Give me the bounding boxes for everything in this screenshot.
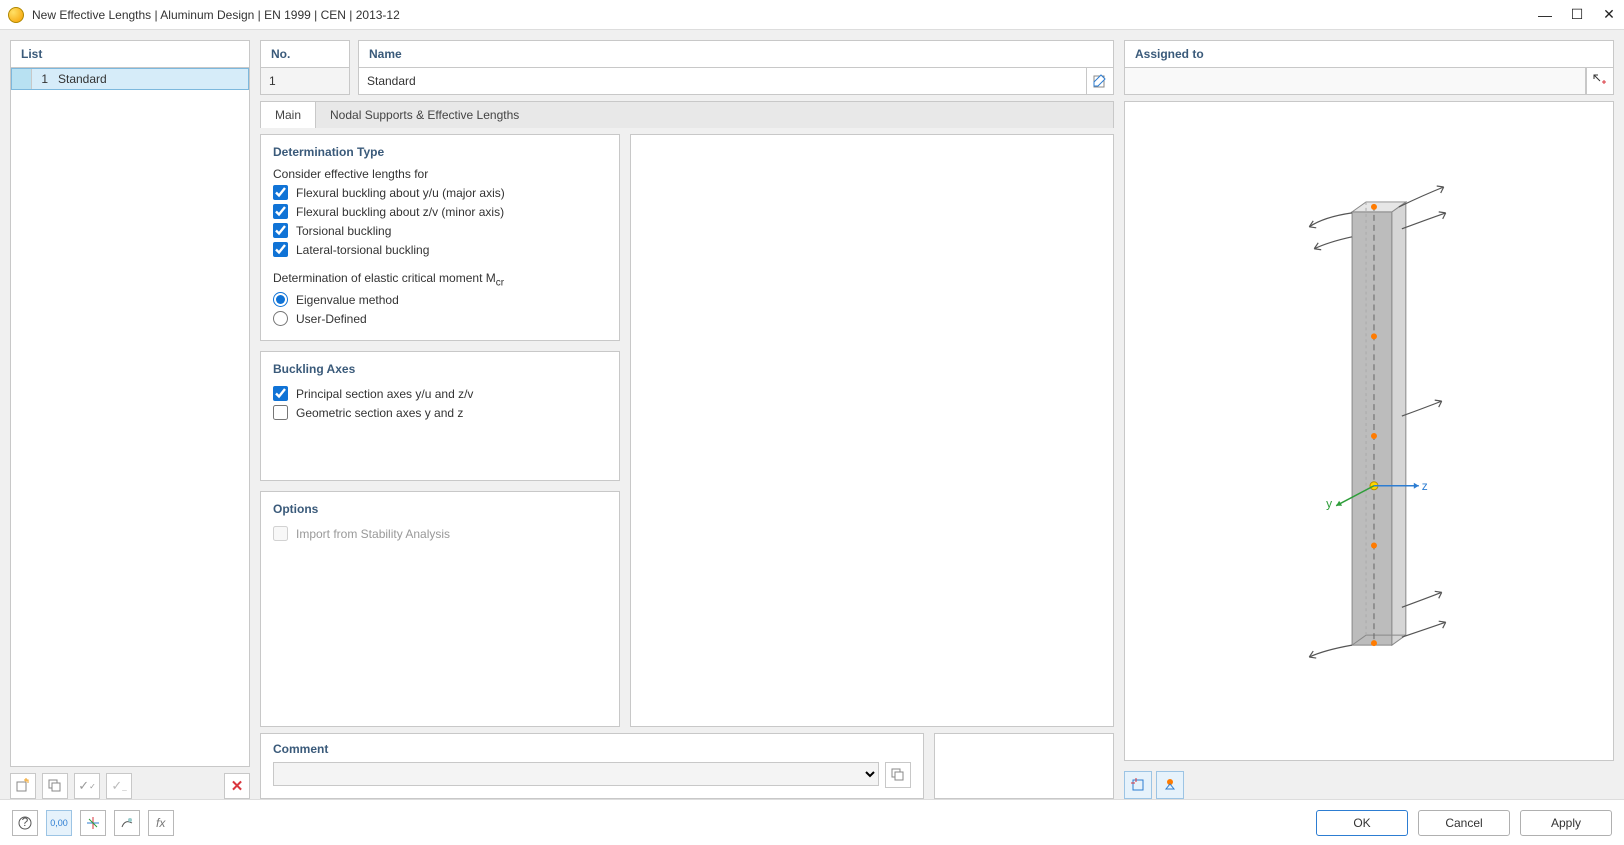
close-button[interactable]: ✕: [1602, 8, 1616, 22]
determination-type-title: Determination Type: [273, 145, 607, 159]
list-item[interactable]: 1 Standard: [11, 68, 249, 90]
no-label: No.: [260, 40, 350, 67]
comment-panel: Comment: [260, 733, 924, 799]
comment-side-blank: [934, 733, 1114, 799]
chk-import-stability: Import from Stability Analysis: [273, 526, 607, 541]
chk-principal-axes[interactable]: Principal section axes y/u and z/v: [273, 386, 607, 401]
cancel-button[interactable]: Cancel: [1418, 810, 1510, 836]
z-axis-label: z: [1422, 479, 1428, 493]
center-blank-panel: [630, 134, 1114, 727]
list-item-color: [12, 69, 32, 89]
dialog-footer: ? 0,00 fx OK Cancel Apply: [0, 799, 1624, 845]
comment-input[interactable]: [273, 762, 879, 786]
name-edit-button[interactable]: [1086, 67, 1114, 95]
list-header: List: [10, 40, 250, 67]
tab-main[interactable]: Main: [261, 102, 316, 128]
options-panel: Options Import from Stability Analysis: [260, 491, 620, 727]
name-label: Name: [358, 40, 1114, 67]
comment-library-button[interactable]: [885, 762, 911, 788]
y-axis-label: y: [1326, 497, 1332, 511]
uncheck-all-button[interactable]: ✓_: [106, 773, 132, 799]
list-item-name: Standard: [52, 72, 107, 86]
tab-strip: Main Nodal Supports & Effective Lengths: [260, 101, 1114, 128]
preview-reset-view-button[interactable]: [1124, 771, 1152, 799]
assigned-to-pick-button[interactable]: [1586, 67, 1614, 95]
chk-torsional[interactable]: Torsional buckling: [273, 223, 607, 238]
apply-button[interactable]: Apply: [1520, 810, 1612, 836]
mcr-label: Determination of elastic critical moment…: [273, 271, 607, 288]
tab-nodal-supports[interactable]: Nodal Supports & Effective Lengths: [316, 102, 534, 128]
list-body: 1 Standard: [10, 67, 250, 767]
list-item-number: 1: [32, 72, 52, 86]
no-field: 1: [260, 67, 350, 95]
consider-label: Consider effective lengths for: [273, 167, 607, 181]
name-input[interactable]: [358, 67, 1086, 95]
svg-text:fx: fx: [156, 816, 166, 830]
app-icon: [8, 7, 24, 23]
formula-button[interactable]: fx: [148, 810, 174, 836]
render-options-button[interactable]: [114, 810, 140, 836]
title-bar: New Effective Lengths | Aluminum Design …: [0, 0, 1624, 30]
assigned-to-label: Assigned to: [1124, 40, 1614, 67]
copy-item-button[interactable]: [42, 773, 68, 799]
window-title: New Effective Lengths | Aluminum Design …: [32, 8, 1538, 22]
preview-3d[interactable]: z y: [1124, 101, 1614, 761]
buckling-axes-panel: Buckling Axes Principal section axes y/u…: [260, 351, 620, 481]
preview-show-supports-button[interactable]: [1156, 771, 1184, 799]
chk-flexural-minor[interactable]: Flexural buckling about z/v (minor axis): [273, 204, 607, 219]
options-title: Options: [273, 502, 607, 516]
units-button[interactable]: 0,00: [46, 810, 72, 836]
svg-text:?: ?: [22, 815, 29, 829]
ok-button[interactable]: OK: [1316, 810, 1408, 836]
delete-button[interactable]: ✕: [224, 773, 250, 799]
maximize-button[interactable]: ☐: [1570, 8, 1584, 22]
chk-flexural-major[interactable]: Flexural buckling about y/u (major axis): [273, 185, 607, 200]
chk-geometric-axes[interactable]: Geometric section axes y and z: [273, 405, 607, 420]
chk-lateral-torsional[interactable]: Lateral-torsional buckling: [273, 242, 607, 257]
help-button[interactable]: ?: [12, 810, 38, 836]
minimize-button[interactable]: —: [1538, 8, 1552, 22]
comment-title: Comment: [273, 742, 911, 756]
check-all-button[interactable]: ✓✓: [74, 773, 100, 799]
model-view-button[interactable]: [80, 810, 106, 836]
new-item-button[interactable]: [10, 773, 36, 799]
determination-type-panel: Determination Type Consider effective le…: [260, 134, 620, 341]
rad-eigenvalue[interactable]: Eigenvalue method: [273, 292, 607, 307]
rad-user-defined[interactable]: User-Defined: [273, 311, 607, 326]
assigned-to-input[interactable]: [1124, 67, 1586, 95]
buckling-axes-title: Buckling Axes: [273, 362, 607, 376]
